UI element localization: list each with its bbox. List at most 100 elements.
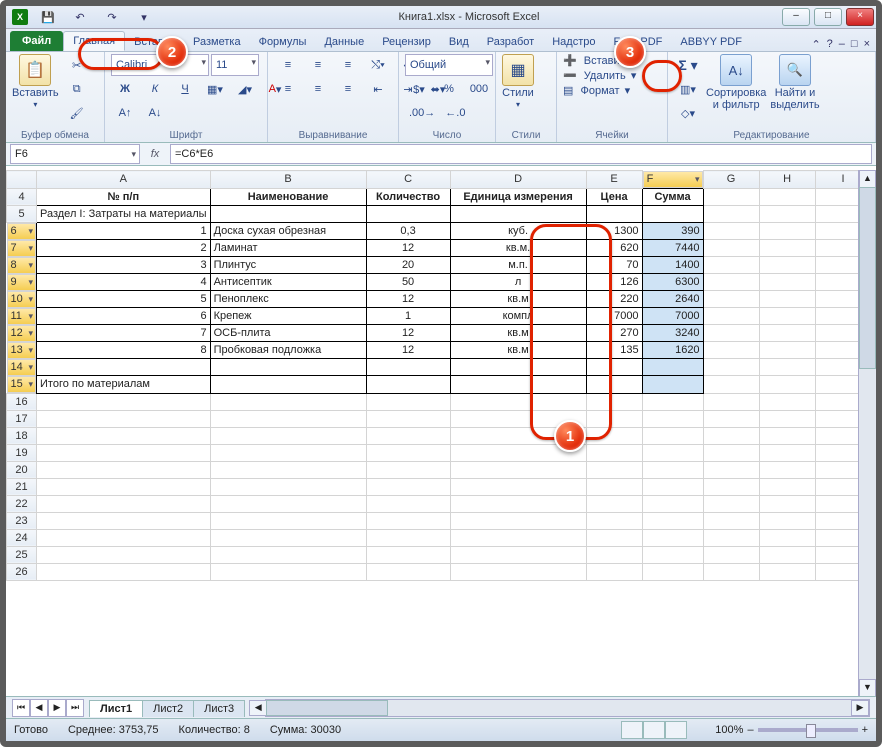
row-header-21[interactable]: 21 bbox=[7, 478, 37, 495]
copy-icon[interactable]: ⧉ bbox=[63, 78, 91, 100]
cell[interactable] bbox=[37, 478, 211, 495]
col-header-D[interactable]: D bbox=[450, 171, 586, 189]
cell[interactable] bbox=[759, 563, 815, 580]
cell[interactable] bbox=[642, 478, 703, 495]
cell[interactable] bbox=[642, 461, 703, 478]
cell[interactable] bbox=[586, 478, 642, 495]
cell[interactable] bbox=[703, 546, 759, 563]
col-header-H[interactable]: H bbox=[759, 171, 815, 189]
cell[interactable] bbox=[703, 291, 759, 308]
cell[interactable] bbox=[366, 410, 450, 427]
cell[interactable] bbox=[586, 410, 642, 427]
cell[interactable] bbox=[37, 444, 211, 461]
font-size-select[interactable]: 11 bbox=[211, 54, 259, 76]
row-header-11[interactable]: 11 bbox=[7, 308, 37, 325]
cell[interactable]: 50 bbox=[366, 274, 450, 291]
row-header-13[interactable]: 13 bbox=[7, 342, 37, 359]
cell[interactable]: 1300 bbox=[586, 222, 642, 240]
cell[interactable] bbox=[450, 512, 586, 529]
cell[interactable]: компл bbox=[450, 308, 586, 325]
cell[interactable] bbox=[37, 410, 211, 427]
cell[interactable] bbox=[586, 393, 642, 410]
cell[interactable] bbox=[37, 393, 211, 410]
cell[interactable]: 12 bbox=[366, 291, 450, 308]
help-icon[interactable]: ? bbox=[827, 38, 833, 51]
cell[interactable]: 7440 bbox=[642, 240, 703, 257]
fill-color-button[interactable]: ◢▾ bbox=[231, 78, 259, 100]
worksheet-grid[interactable]: ABCDEFGHI4№ п/пНаименованиеКоличествоЕди… bbox=[6, 170, 876, 697]
cell[interactable] bbox=[759, 461, 815, 478]
cell[interactable] bbox=[366, 478, 450, 495]
view-pagebreak-icon[interactable] bbox=[665, 721, 687, 739]
cell[interactable]: Доска сухая обрезная bbox=[210, 222, 366, 240]
cell[interactable] bbox=[703, 308, 759, 325]
fx-icon[interactable]: fx bbox=[144, 148, 166, 160]
cell[interactable]: Сумма bbox=[642, 188, 703, 205]
cell[interactable] bbox=[759, 393, 815, 410]
cell[interactable] bbox=[642, 393, 703, 410]
cell[interactable] bbox=[37, 359, 211, 376]
align-left-icon[interactable]: ≡ bbox=[274, 78, 302, 100]
cell[interactable]: 390 bbox=[642, 222, 703, 240]
row-header-9[interactable]: 9 bbox=[7, 274, 37, 291]
row-header-26[interactable]: 26 bbox=[7, 563, 37, 580]
cell[interactable] bbox=[703, 512, 759, 529]
cell[interactable] bbox=[210, 512, 366, 529]
cell[interactable] bbox=[642, 563, 703, 580]
col-header-A[interactable]: A bbox=[37, 171, 211, 189]
cell[interactable] bbox=[642, 359, 703, 376]
row-header-15[interactable]: 15 bbox=[7, 376, 37, 393]
cell[interactable]: 12 bbox=[366, 342, 450, 359]
cell[interactable] bbox=[703, 359, 759, 376]
zoom-level[interactable]: 100% bbox=[715, 724, 743, 736]
cell[interactable] bbox=[759, 478, 815, 495]
cell[interactable] bbox=[37, 427, 211, 444]
cell[interactable]: 620 bbox=[586, 240, 642, 257]
cell[interactable] bbox=[759, 512, 815, 529]
cell[interactable]: Цена bbox=[586, 188, 642, 205]
cell[interactable]: 1620 bbox=[642, 342, 703, 359]
decrease-indent-icon[interactable]: ⇤ bbox=[364, 78, 392, 100]
hscroll-thumb[interactable] bbox=[266, 700, 388, 716]
window-min-button[interactable]: – bbox=[782, 8, 810, 26]
cell[interactable]: ОСБ-плита bbox=[210, 325, 366, 342]
cell[interactable]: 4 bbox=[37, 274, 211, 291]
cell[interactable] bbox=[759, 495, 815, 512]
col-header-F[interactable]: F bbox=[643, 171, 703, 188]
cell[interactable]: кв.м bbox=[450, 291, 586, 308]
cell[interactable] bbox=[210, 563, 366, 580]
decrease-decimal-icon[interactable]: ←.0 bbox=[441, 102, 469, 124]
cell[interactable]: Количество bbox=[366, 188, 450, 205]
cell[interactable] bbox=[450, 495, 586, 512]
qat-redo-icon[interactable]: ↷ bbox=[98, 8, 126, 26]
mdi-max-icon[interactable]: □ bbox=[851, 38, 858, 51]
cell[interactable] bbox=[703, 461, 759, 478]
cell[interactable] bbox=[450, 546, 586, 563]
sheet-nav-next-icon[interactable]: ▶ bbox=[48, 699, 66, 717]
row-header-8[interactable]: 8 bbox=[7, 257, 37, 274]
scroll-thumb[interactable] bbox=[859, 187, 876, 369]
cell[interactable] bbox=[450, 461, 586, 478]
cell[interactable] bbox=[759, 240, 815, 257]
increase-decimal-icon[interactable]: .00→ bbox=[405, 102, 439, 124]
cell[interactable]: Единица измерения bbox=[450, 188, 586, 205]
cell[interactable]: 7000 bbox=[642, 308, 703, 325]
row-header-23[interactable]: 23 bbox=[7, 512, 37, 529]
cell[interactable] bbox=[210, 205, 366, 222]
format-painter-icon[interactable]: 🖌 bbox=[63, 102, 91, 124]
cell[interactable]: куб. bbox=[450, 222, 586, 240]
cell[interactable]: Пробковая подложка bbox=[210, 342, 366, 359]
cell[interactable]: 2 bbox=[37, 240, 211, 257]
cell[interactable] bbox=[450, 205, 586, 222]
qat-undo-icon[interactable]: ↶ bbox=[66, 8, 94, 26]
cell[interactable] bbox=[703, 529, 759, 546]
mdi-close-icon[interactable]: × bbox=[864, 38, 870, 51]
cell[interactable]: 20 bbox=[366, 257, 450, 274]
cell[interactable]: кв.м. bbox=[450, 240, 586, 257]
sheet-tab-3[interactable]: Лист3 bbox=[193, 700, 245, 717]
cell[interactable] bbox=[450, 359, 586, 376]
ribbon-minimize-icon[interactable]: ⌃ bbox=[811, 38, 820, 51]
cell[interactable] bbox=[450, 393, 586, 410]
cell[interactable] bbox=[703, 342, 759, 359]
cell[interactable] bbox=[642, 512, 703, 529]
